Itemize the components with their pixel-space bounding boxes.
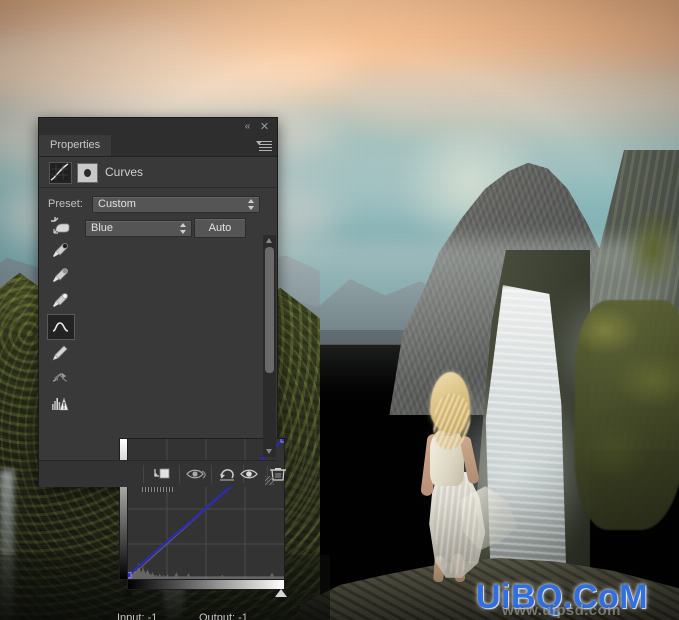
right-foliage — [575, 300, 679, 530]
preset-label: Preset: — [48, 198, 83, 210]
chevron-down-icon — [256, 141, 262, 145]
scrollbar-thumb[interactable] — [265, 247, 274, 373]
curves-tool-strip — [47, 214, 77, 416]
right-foliage-upper — [618, 180, 679, 330]
cloud — [180, 0, 679, 70]
preset-row: Preset: Custom — [48, 196, 260, 213]
auto-button[interactable]: Auto — [194, 218, 246, 238]
input-readout: Input: -1 — [117, 612, 157, 620]
screenshot-root: UiBQ.CoM www.uipsd.com « ✕ Properties Cu… — [0, 0, 679, 620]
pencil-icon[interactable] — [47, 341, 73, 365]
input-value: -1 — [147, 612, 158, 620]
curve-tool-icon[interactable] — [47, 314, 75, 340]
white-point-slider[interactable] — [275, 589, 287, 597]
panel-tab-row: Properties — [39, 135, 277, 157]
panel-vertical-scrollbar[interactable] — [263, 235, 276, 457]
collapse-icon[interactable]: « — [240, 121, 253, 133]
output-value: -1 — [238, 612, 248, 620]
panel-resize-handle[interactable] — [265, 476, 274, 485]
properties-panel: « ✕ Properties Curves Preset: Custom Blu… — [38, 117, 287, 620]
eyedropper-white-icon[interactable] — [47, 289, 73, 313]
stepper-arrows-icon — [248, 198, 255, 211]
stepper-arrows-icon — [180, 222, 187, 235]
eyedropper-black-icon[interactable] — [47, 239, 73, 263]
adjustment-title: Curves — [105, 165, 144, 179]
clip-to-layer-button[interactable] — [147, 465, 175, 483]
preset-select[interactable]: Custom — [92, 196, 260, 213]
on-image-adjustment-tool-icon[interactable] — [47, 214, 73, 238]
woman-figure — [404, 370, 518, 585]
curves-adjustment-icon — [49, 162, 72, 184]
input-gradient-strip — [127, 579, 285, 590]
histogram-options-icon[interactable] — [47, 391, 73, 415]
scroll-down-arrow-icon[interactable] — [266, 449, 272, 454]
input-label-text: Input: — [117, 612, 145, 620]
panel-titlebar: « ✕ — [39, 118, 277, 135]
scroll-up-arrow-icon[interactable] — [266, 238, 272, 243]
smooth-curve-icon[interactable] — [47, 366, 73, 390]
panel-menu-icon[interactable] — [256, 139, 272, 152]
panel-footer — [39, 460, 286, 492]
adjustment-header: Curves — [39, 157, 277, 188]
eyedropper-gray-icon[interactable] — [47, 264, 73, 288]
layer-mask-thumbnail[interactable] — [77, 163, 98, 183]
close-icon[interactable]: ✕ — [258, 121, 271, 133]
output-readout: Output: -1 — [199, 612, 248, 620]
preset-value: Custom — [98, 198, 136, 210]
toggle-layer-visibility-button[interactable] — [237, 465, 265, 483]
black-point-slider[interactable] — [122, 589, 134, 597]
view-previous-state-button[interactable] — [183, 465, 211, 483]
panel-body: Preset: Custom Blue Auto Input: -1 Outpu… — [39, 188, 287, 620]
panel-drag-gripper[interactable] — [142, 487, 174, 492]
output-label-text: Output: — [199, 612, 236, 620]
channel-select[interactable]: Blue — [85, 220, 192, 237]
tab-properties[interactable]: Properties — [39, 135, 112, 156]
channel-value: Blue — [91, 222, 114, 234]
